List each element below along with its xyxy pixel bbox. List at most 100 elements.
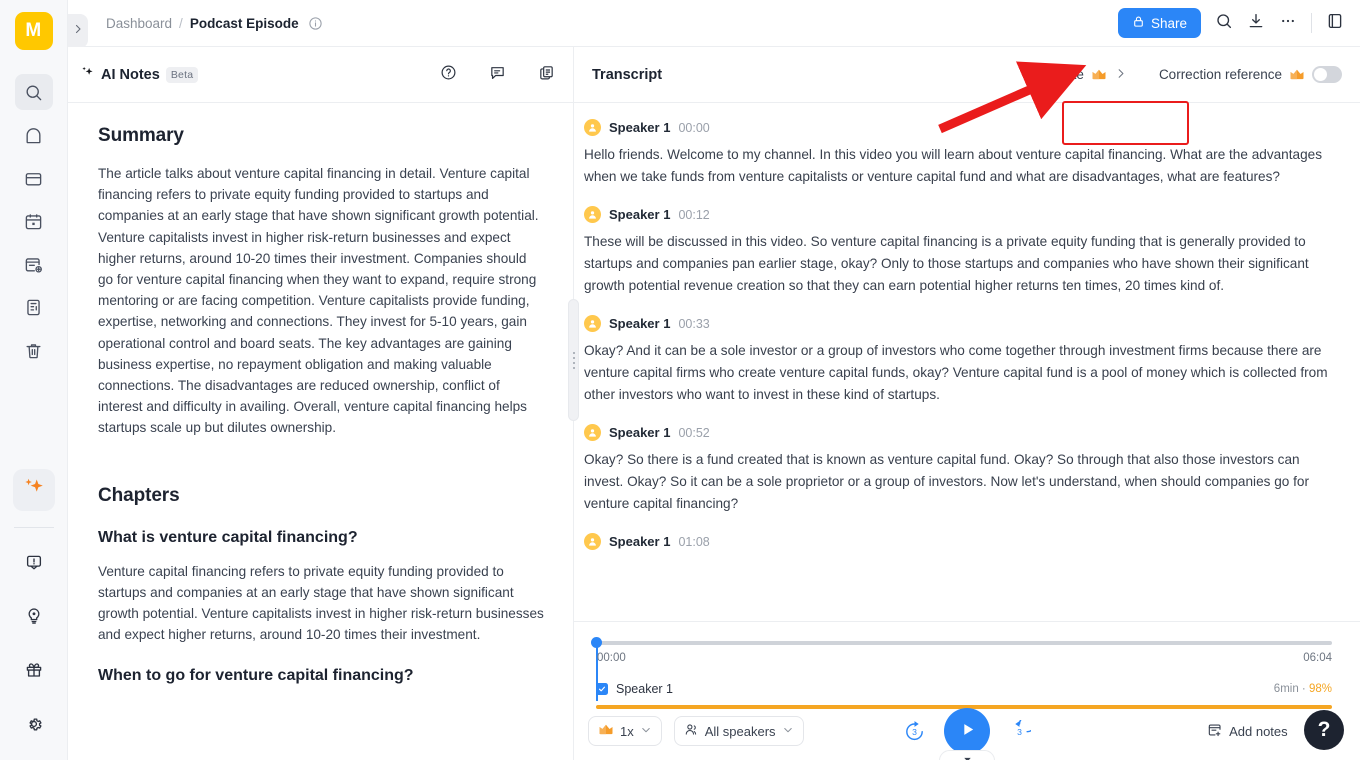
speaker-track-meta: 6min · 98%	[1274, 683, 1332, 695]
rail-item-search[interactable]	[14, 74, 53, 110]
transcript-block[interactable]: Speaker 1 01:08	[584, 533, 1342, 550]
playback-center-controls: 3 3	[903, 708, 1031, 754]
info-icon[interactable]	[308, 16, 323, 31]
rail-item-calendar[interactable]	[15, 203, 53, 239]
rail-item-folder[interactable]	[15, 160, 53, 196]
rail-item-home[interactable]	[15, 117, 53, 153]
translate-label: Translate	[1028, 67, 1084, 82]
topbar-more-button[interactable]	[1279, 12, 1297, 35]
speaker-timestamp[interactable]: 00:12	[678, 208, 709, 222]
handle-dot	[572, 351, 575, 354]
summary-heading: Summary	[98, 125, 184, 146]
notes-feedback-button[interactable]	[489, 64, 506, 86]
current-time-label: 00:00	[597, 652, 626, 664]
skip-forward-button[interactable]: 3	[1008, 719, 1031, 743]
share-label: Share	[1150, 15, 1187, 31]
correction-reference-control: Correction reference	[1159, 66, 1342, 83]
speaker-track-percent: 98%	[1308, 683, 1332, 695]
avatar	[584, 424, 601, 441]
top-bar-actions: Share	[1117, 8, 1344, 38]
transcript-block[interactable]: Speaker 1 00:52 Okay? So there is a fund…	[584, 424, 1342, 515]
rail-divider	[13, 527, 54, 528]
rail-item-settings[interactable]	[15, 706, 53, 742]
notes-copy-button[interactable]	[538, 64, 555, 86]
transcript-text: These will be discussed in this video. S…	[584, 234, 1309, 293]
avatar	[584, 315, 601, 332]
breadcrumb: Dashboard / Podcast Episode	[106, 16, 323, 31]
add-notes-label: Add notes	[1229, 723, 1288, 739]
topbar-divider	[1311, 13, 1312, 33]
ai-notes-title-group: AI Notes Beta	[80, 65, 199, 84]
topbar-download-button[interactable]	[1247, 12, 1265, 35]
chapter-heading: What is venture capital financing?	[98, 528, 358, 546]
play-button[interactable]	[944, 708, 990, 754]
rail-item-trash[interactable]	[15, 332, 53, 368]
rail-bottom-group	[15, 544, 53, 760]
total-time-label: 06:04	[1303, 652, 1332, 664]
rail-item-ai-assistant[interactable]	[12, 469, 55, 511]
help-button[interactable]: ?	[1304, 710, 1344, 750]
speaker-track-checkbox[interactable]	[596, 683, 608, 695]
speaker-name: Speaker 1	[609, 316, 671, 331]
rail-item-announcements[interactable]	[15, 544, 53, 580]
add-notes-button[interactable]: Add notes	[1207, 722, 1288, 741]
ai-notes-label: AI Notes	[101, 66, 160, 83]
topbar-search-button[interactable]	[1215, 12, 1233, 35]
lightbulb-icon	[25, 607, 43, 625]
rail-item-new-note[interactable]	[15, 246, 53, 282]
home-icon	[24, 126, 43, 145]
ai-notes-pane: AI Notes Beta Summary The article talks …	[68, 47, 574, 760]
chapter-item[interactable]: What is venture capital financing? Ventu…	[98, 529, 545, 646]
correction-reference-toggle[interactable]	[1312, 66, 1342, 83]
avatar	[584, 119, 601, 136]
transcript-block[interactable]: Speaker 1 00:33 Okay? And it can be a so…	[584, 315, 1342, 406]
ai-notes-actions	[440, 64, 555, 86]
transcript-header-actions: Translate Correction reference	[1018, 60, 1342, 90]
chapter-text: Venture capital financing refers to priv…	[98, 563, 544, 643]
translate-button[interactable]: Translate	[1018, 60, 1137, 90]
chevron-down-icon	[782, 724, 794, 739]
download-icon	[1247, 12, 1265, 35]
timeline[interactable]: 00:00 06:04 Speaker 1 6min · 98%	[588, 636, 1340, 709]
sparkle-icon	[80, 65, 95, 84]
calendar-icon	[24, 212, 43, 231]
share-button[interactable]: Share	[1117, 8, 1201, 38]
chapters-heading: Chapters	[98, 484, 180, 506]
speaker-track-row: Speaker 1 6min · 98%	[596, 682, 1332, 696]
premium-crown-icon	[598, 723, 614, 739]
speaker-name: Speaker 1	[609, 425, 671, 440]
transcript-title: Transcript	[592, 66, 663, 83]
rail-item-tips[interactable]	[15, 598, 53, 634]
transcript-list[interactable]: Speaker 1 00:00 Hello friends. Welcome t…	[574, 103, 1360, 621]
breadcrumb-dashboard[interactable]: Dashboard	[106, 16, 172, 31]
sparkle-icon	[21, 475, 47, 506]
ai-notes-body: Summary The article talks about venture …	[68, 103, 573, 760]
transcript-block[interactable]: Speaker 1 00:00 Hello friends. Welcome t…	[584, 119, 1342, 188]
sidebar-expand-button[interactable]	[68, 14, 88, 48]
transcript-text: Hello friends. Welcome to my channel. In…	[584, 147, 1322, 184]
avatar	[584, 206, 601, 223]
chapter-item[interactable]: When to go for venture capital financing…	[98, 667, 545, 685]
rail-item-gift[interactable]	[15, 652, 53, 688]
speaker-timestamp[interactable]: 00:00	[678, 121, 709, 135]
app-logo[interactable]: M	[14, 12, 53, 50]
speaker-timestamp[interactable]: 00:52	[678, 426, 709, 440]
speaker-filter-button[interactable]: All speakers	[673, 716, 804, 746]
transcript-block[interactable]: Speaker 1 00:12 These will be discussed …	[584, 206, 1342, 297]
topbar-panel-button[interactable]	[1326, 12, 1344, 35]
progress-knob[interactable]	[591, 637, 602, 648]
speaker-timestamp[interactable]: 00:33	[678, 317, 709, 331]
pane-resize-handle[interactable]	[568, 299, 579, 421]
playback-speed-button[interactable]: 1x	[588, 716, 662, 746]
skip-back-button[interactable]: 3	[903, 720, 926, 743]
content-panes: AI Notes Beta Summary The article talks …	[68, 47, 1360, 760]
rail-item-notebook[interactable]	[15, 289, 53, 325]
handle-dot	[572, 361, 575, 364]
player-controls: 1x All speakers 3 3 Add notes	[574, 708, 1360, 754]
progress-track[interactable]	[596, 641, 1332, 645]
folder-icon	[24, 169, 43, 188]
new-note-icon	[24, 255, 43, 274]
speaker-timestamp[interactable]: 01:08	[678, 535, 709, 549]
notes-help-button[interactable]	[440, 64, 457, 86]
player-collapse-button[interactable]	[939, 750, 995, 760]
